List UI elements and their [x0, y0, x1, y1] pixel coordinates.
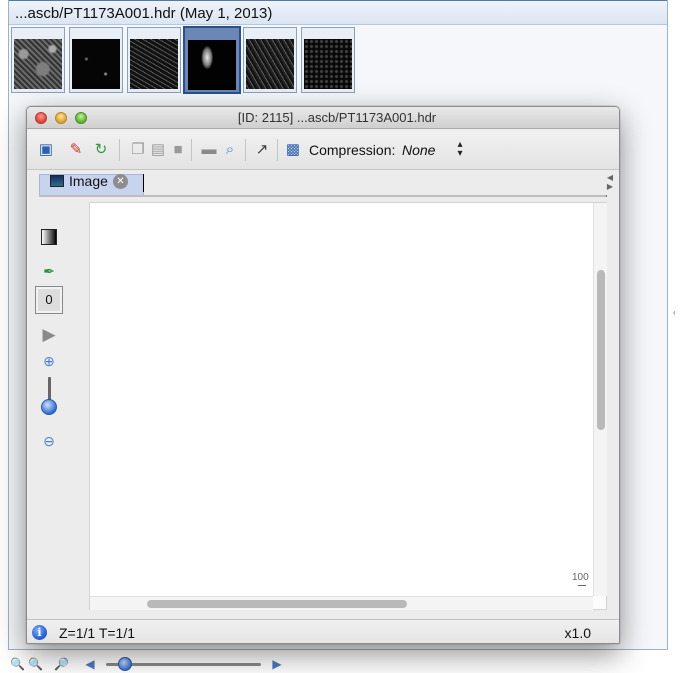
- save-icon[interactable]: ■: [169, 141, 187, 159]
- screenshot-icon[interactable]: ▩: [284, 141, 302, 159]
- chevron-up-down-icon[interactable]: ▴ ▾: [455, 140, 465, 159]
- picker-icon[interactable]: ↗: [253, 141, 271, 159]
- zoom-level: x1.0: [564, 625, 591, 641]
- image-canvas[interactable]: 100: [90, 203, 593, 596]
- info-icon[interactable]: i: [32, 625, 47, 640]
- tab-underline: [39, 195, 607, 197]
- viewer-toolbar: ▣ ✎ ↻ ❐ ▤ ■ ▬ ⌕ ↗ ▩ Compression: None ▴ ▾: [27, 130, 619, 170]
- compression-select[interactable]: None: [402, 142, 435, 158]
- gradient-icon[interactable]: [41, 229, 57, 245]
- viewer-tabbar: Image ✕ ◀ ▶: [27, 171, 619, 201]
- paste-icon[interactable]: ▤: [149, 141, 167, 159]
- viewer-titlebar[interactable]: [ID: 2115] ...ascb/PT1173A001.hdr: [27, 107, 619, 129]
- image-canvas-frame: 100: [89, 202, 607, 610]
- scale-bar-label: 100: [572, 572, 589, 583]
- vertical-scrollbar-thumb[interactable]: [597, 270, 605, 430]
- measurement-icon[interactable]: ▣: [37, 141, 55, 159]
- toolbar-separator: [277, 139, 278, 161]
- tab-scroll-right-icon[interactable]: ▶: [607, 182, 613, 191]
- arrow-right-icon[interactable]: ▶: [270, 657, 284, 671]
- toolbar-separator: [191, 139, 192, 161]
- tab-image-label: Image: [69, 173, 108, 189]
- annotate-icon[interactable]: ✎: [67, 141, 85, 159]
- toolbar-separator: [119, 139, 120, 161]
- thumbnail[interactable]: [301, 27, 355, 93]
- refresh-icon[interactable]: ↻: [92, 141, 110, 159]
- zoom-in-icon[interactable]: 🔍: [28, 657, 43, 671]
- play-icon[interactable]: ▶: [40, 326, 58, 344]
- image-viewer-window: [ID: 2115] ...ascb/PT1173A001.hdr ▣ ✎ ↻ …: [26, 106, 620, 644]
- viewer-statusbar: i Z=1/1 T=1/1 x1.0: [27, 619, 619, 643]
- thumbnail-image: [246, 39, 294, 89]
- search-icon[interactable]: ⌕: [221, 141, 239, 159]
- thumbnail-image: [130, 39, 178, 89]
- arrow-left-icon[interactable]: ◀: [83, 657, 97, 671]
- thumbnail[interactable]: [69, 27, 123, 93]
- toolbar-separator: [245, 139, 246, 161]
- zoom-fit-icon[interactable]: 🔎: [54, 657, 69, 671]
- tab-scroll-left-icon[interactable]: ◀: [607, 173, 613, 182]
- thumbnail[interactable]: [243, 27, 297, 93]
- parent-window-title: ...ascb/PT1173A001.hdr (May 1, 2013): [9, 1, 667, 25]
- parent-bottom-toolbar: 🔍 🔍 🔎 ◀ ▶: [8, 654, 308, 673]
- zoom-out-icon[interactable]: ⊖: [40, 432, 58, 450]
- thumbnail-selected[interactable]: [183, 26, 241, 94]
- thumbnail-image: [188, 40, 236, 90]
- image-icon: [50, 175, 64, 187]
- zoom-out-icon[interactable]: 🔍: [10, 657, 25, 671]
- thumbnail[interactable]: [127, 27, 181, 93]
- thumbnail-image: [72, 39, 120, 89]
- text-caret: [143, 174, 144, 192]
- horizontal-scrollbar[interactable]: [90, 596, 593, 610]
- window-edge-marker: ‹: [673, 308, 676, 317]
- side-toolbar: ✒ 0 ▶ ⊕ ⊖: [27, 202, 89, 622]
- thumbnail-image: [14, 39, 62, 89]
- thumbnail-size-slider-knob[interactable]: [118, 657, 132, 671]
- thumbnail-image: [304, 39, 352, 89]
- zoom-in-icon[interactable]: ⊕: [40, 352, 58, 370]
- zoom-slider-knob[interactable]: [41, 399, 57, 415]
- copy-icon[interactable]: ❐: [129, 141, 147, 159]
- channel-button[interactable]: 0: [35, 286, 63, 314]
- horizontal-scrollbar-thumb[interactable]: [147, 600, 407, 608]
- thumbnail[interactable]: [11, 27, 65, 93]
- vertical-scrollbar[interactable]: [593, 203, 607, 596]
- movie-icon[interactable]: ▬: [200, 141, 218, 159]
- viewer-title: [ID: 2115] ...ascb/PT1173A001.hdr: [237, 110, 437, 125]
- close-icon[interactable]: ✕: [113, 174, 128, 189]
- color-picker-icon[interactable]: ✒: [40, 262, 58, 280]
- compression-label: Compression:: [309, 142, 396, 158]
- scale-bar: [578, 585, 586, 586]
- status-text: Z=1/1 T=1/1: [59, 625, 136, 641]
